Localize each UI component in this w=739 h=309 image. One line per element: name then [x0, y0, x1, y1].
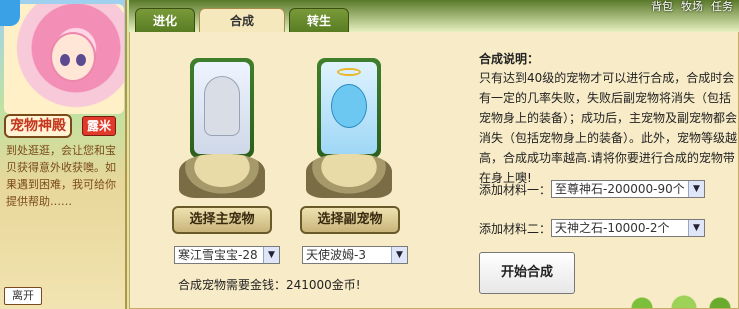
- chevron-down-icon: ▼: [688, 220, 704, 236]
- npc-face: [50, 32, 96, 82]
- npc-eye-left: [60, 54, 70, 66]
- material-2-dropdown[interactable]: 天神之石-10000-2个 ▼: [551, 219, 705, 237]
- sub-pet-dropdown-value: 天使波姆-3: [306, 248, 366, 262]
- top-bar: 进化 合成 转生 背包 牧场 任务: [129, 0, 739, 34]
- material-row-2: 添加材料二： 天神之石-10000-2个 ▼: [479, 219, 705, 237]
- tab-bar: 进化 合成 转生: [135, 8, 353, 34]
- select-main-pet-button[interactable]: 选择主宠物: [172, 206, 272, 234]
- quest-link[interactable]: 任务: [711, 0, 733, 14]
- material-1-value: 至尊神石-200000-90个: [555, 182, 685, 196]
- material-1-dropdown[interactable]: 至尊神石-200000-90个 ▼: [551, 180, 705, 198]
- ranch-link[interactable]: 牧场: [681, 0, 703, 14]
- tab-synthesis[interactable]: 合成: [199, 8, 285, 34]
- game-logo-icon: [0, 0, 20, 26]
- backpack-link[interactable]: 背包: [651, 0, 673, 14]
- synthesis-info-title: 合成说明：: [479, 52, 540, 66]
- halo-icon: [337, 68, 361, 76]
- sub-pet-card[interactable]: [317, 58, 381, 158]
- main-pet-card[interactable]: [190, 58, 254, 158]
- synthesis-cost: 合成宠物需要金钱：241000金币!: [178, 278, 361, 292]
- synthesis-content: 选择主宠物 寒江雪宝宝-28 ▼ 选择副宠物 天使波姆-3 ▼ 合成宠物需要金钱…: [129, 32, 739, 309]
- npc-avatar: [4, 4, 124, 114]
- npc-panel: 宠物神殿 露米 到处逛逛，会让您和宝贝获得意外收获噢。如果遇到困难，我可给你提供…: [0, 0, 127, 309]
- sub-pet-pedestal: [306, 154, 392, 198]
- main-pet-dropdown[interactable]: 寒江雪宝宝-28 ▼: [174, 246, 280, 264]
- start-synthesis-button[interactable]: 开始合成: [479, 252, 575, 294]
- chevron-down-icon: ▼: [688, 181, 704, 197]
- tab-evolve[interactable]: 进化: [135, 8, 195, 34]
- sub-pet-dropdown[interactable]: 天使波姆-3 ▼: [302, 246, 408, 264]
- top-links: 背包 牧场 任务: [643, 0, 733, 14]
- material-2-label: 添加材料二：: [479, 221, 552, 236]
- main-pet-pedestal: [179, 154, 265, 198]
- main-pet-dropdown-value: 寒江雪宝宝-28: [178, 248, 258, 262]
- material-1-label: 添加材料一：: [479, 182, 552, 197]
- npc-description: 到处逛逛，会让您和宝贝获得意外收获噢。如果遇到困难，我可给你提供帮助……: [6, 144, 116, 208]
- material-2-value: 天神之石-10000-2个: [555, 221, 670, 235]
- npc-name-badge: 露米: [82, 116, 117, 136]
- material-row-1: 添加材料一： 至尊神石-200000-90个 ▼: [479, 180, 705, 198]
- chevron-down-icon: ▼: [263, 247, 279, 263]
- chevron-down-icon: ▼: [391, 247, 407, 263]
- main-pet-figure: [204, 76, 240, 136]
- temple-title: 宠物神殿: [4, 114, 72, 138]
- npc-eye-right: [76, 54, 86, 66]
- tab-rebirth[interactable]: 转生: [289, 8, 349, 34]
- synthesis-info-body: 只有达到40级的宠物才可以进行合成，合成时会有一定的几率失败，失败后副宠物将消失…: [479, 71, 738, 185]
- leave-button[interactable]: 离开: [4, 287, 42, 305]
- sub-pet-figure: [331, 84, 367, 128]
- main-panel: 进化 合成 转生 背包 牧场 任务 选择主宠物 寒江雪宝宝-28 ▼ 选择副宠物: [129, 0, 739, 309]
- select-sub-pet-button[interactable]: 选择副宠物: [300, 206, 400, 234]
- grass-decoration: [618, 286, 738, 308]
